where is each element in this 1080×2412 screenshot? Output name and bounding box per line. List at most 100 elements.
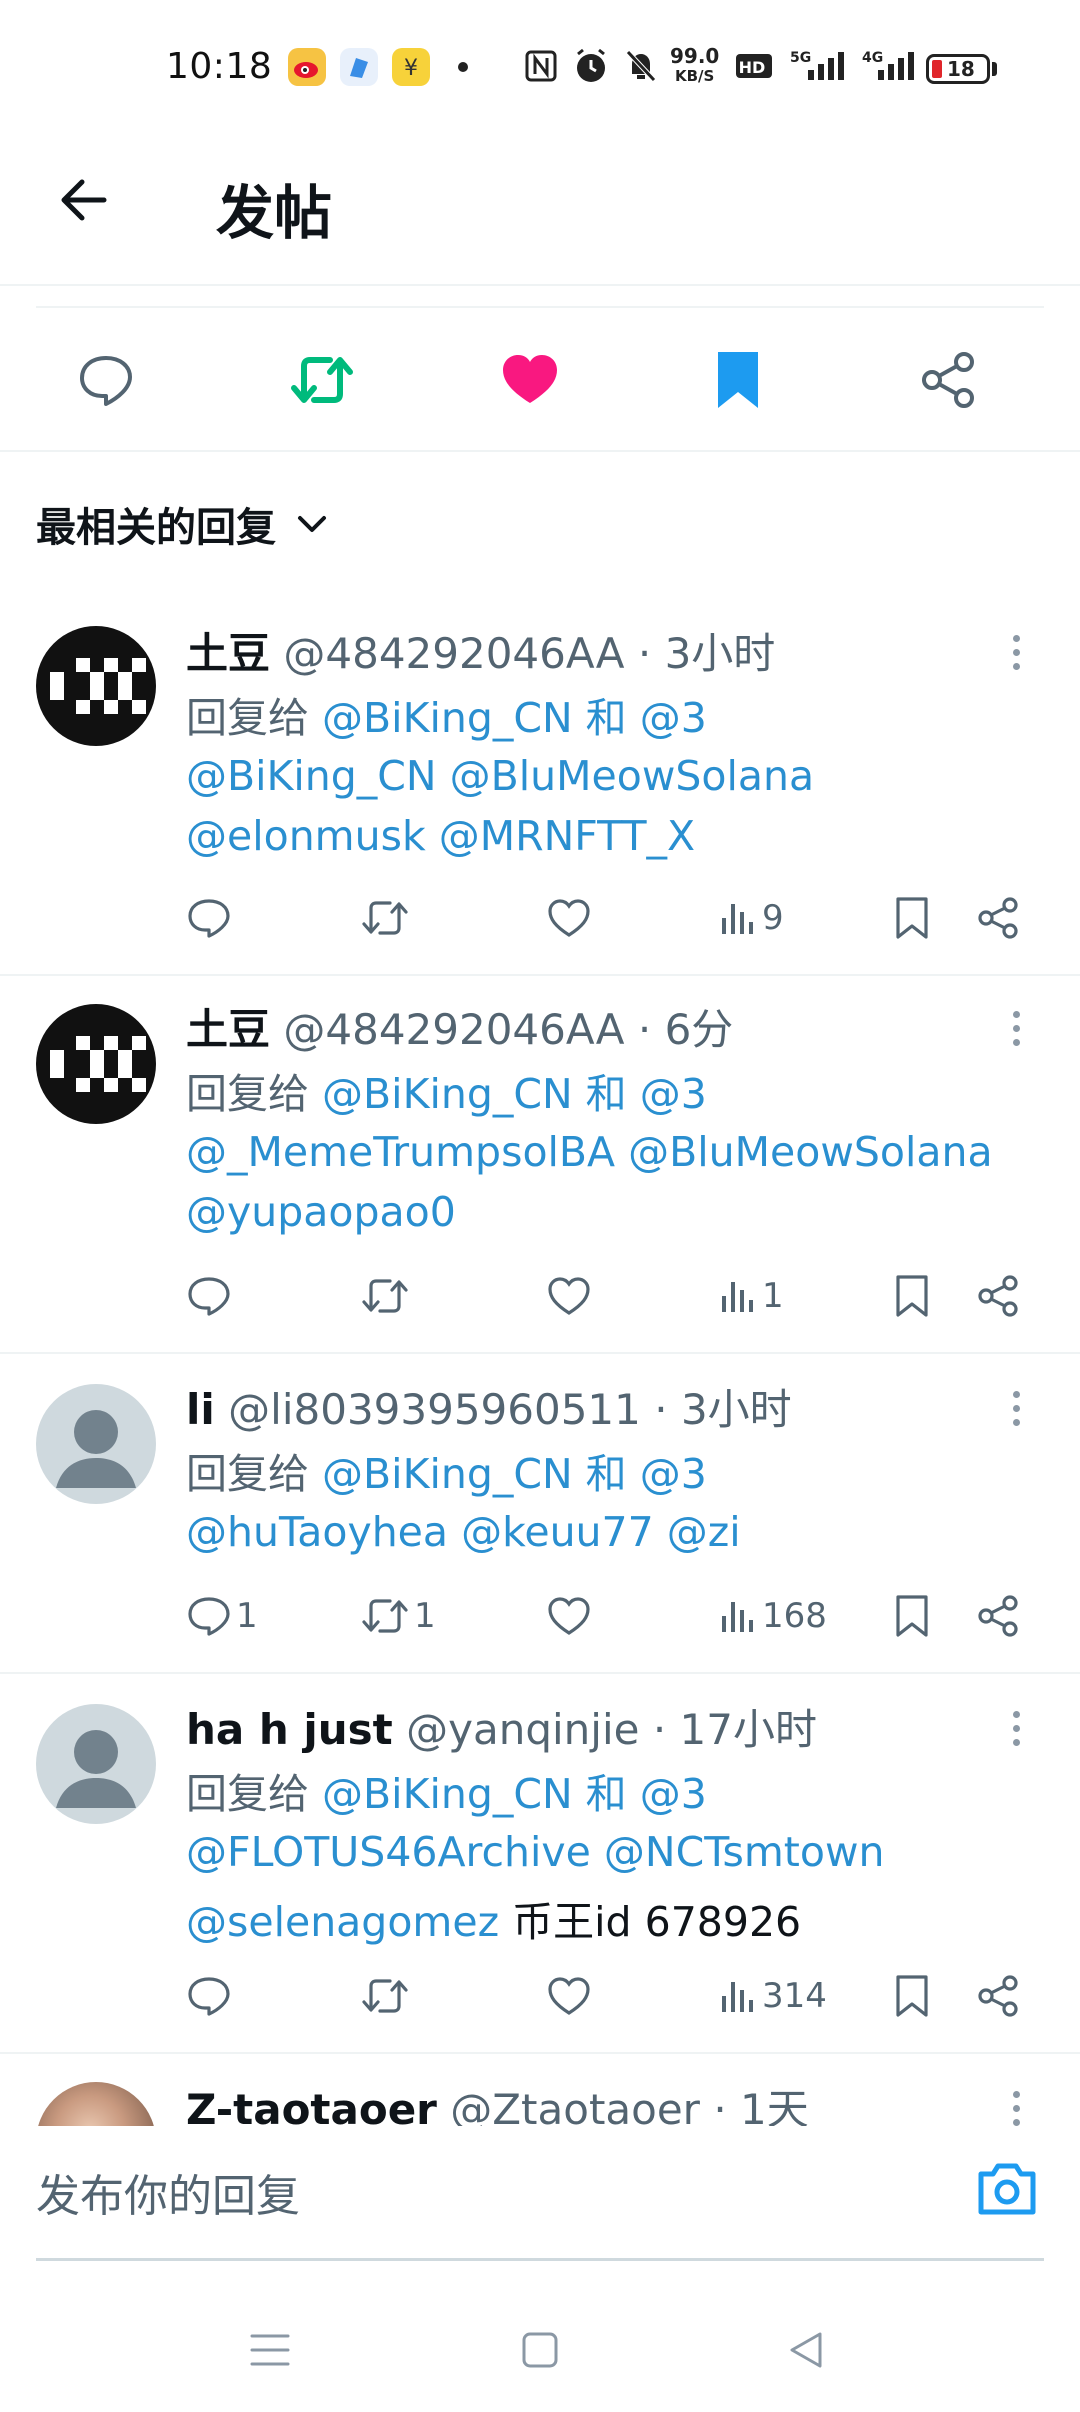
mention-line[interactable]: @huTaoyhea @keuu77 @zi [186,1508,741,1556]
user-handle[interactable]: @yanqinjie [406,1705,639,1754]
post-time: · 3小时 [654,1385,792,1434]
like-button[interactable] [546,1266,592,1326]
share-button[interactable] [976,1966,1020,2026]
mention-line[interactable]: @FLOTUS46Archive @NCTsmtown [186,1828,884,1876]
share-button[interactable] [976,1266,1020,1326]
user-name[interactable]: li [186,1385,215,1434]
bookmark-button[interactable] [892,1966,932,2026]
views-icon [722,904,753,934]
camera-button[interactable] [974,2156,1040,2222]
notification-dot [458,62,468,72]
bookmark-icon [718,352,758,408]
share-button[interactable] [916,348,980,412]
mention-line[interactable]: @_MemeTrumpsolBA @BluMeowSolana [186,1128,993,1176]
home-button[interactable] [500,2310,580,2390]
mention-line[interactable]: @BiKing_CN @BluMeowSolana [186,752,814,800]
sort-label: 最相关的回复 [36,505,276,551]
bookmark-button[interactable] [706,348,770,412]
retweet-icon [362,1979,408,2013]
like-button[interactable] [546,1966,592,2026]
like-button[interactable] [498,348,562,412]
views-button[interactable]: 168 [718,1586,827,1646]
user-name[interactable]: 土豆 [186,629,270,678]
reply-button[interactable] [186,1266,236,1326]
reply-sort-selector[interactable]: 最相关的回复 [36,494,330,554]
retweet-button[interactable] [290,348,354,412]
back-button[interactable] [52,168,116,232]
reply-item[interactable]: 土豆 @484292046AA · 3小时 回复给 @BiKing_CN 和 @… [0,600,1080,976]
user-handle[interactable]: @484292046AA [283,1005,624,1054]
views-count: 9 [762,898,784,938]
reply-icon [188,1597,230,1636]
reply-to-mentions[interactable]: @BiKing_CN 和 @3 [322,1450,707,1498]
mute-icon [626,50,656,82]
reply-item[interactable]: 土豆 @484292046AA · 6分 回复给 @BiKing_CN 和 @3… [0,976,1080,1354]
retweet-button[interactable] [360,1266,414,1326]
avatar[interactable] [36,1004,156,1124]
retweet-button[interactable]: 1 [360,1586,436,1646]
user-handle[interactable]: @484292046AA [283,629,624,678]
reply-prefix: 回复给 [186,1070,309,1118]
user-handle[interactable]: @li8039395960511 [228,1385,641,1434]
app-icon [340,48,378,86]
more-options-button[interactable] [1004,1698,1028,1758]
reply-to-mentions[interactable]: @BiKing_CN 和 @3 [322,694,707,742]
user-name[interactable]: Z-taotaoer [186,2085,437,2126]
user-handle[interactable]: @Ztaotaoer [450,2085,700,2126]
status-time: 10:18 [166,46,273,87]
reply-actions: 9 [186,888,1046,948]
reply-to-mentions[interactable]: @BiKing_CN 和 @3 [322,1070,707,1118]
recent-apps-button[interactable] [230,2310,310,2390]
status-bar: 10:18 ¥ 99.0 KB/S HD 5G 4G 18 [0,0,1080,140]
views-button[interactable]: 9 [718,888,784,948]
share-icon [978,1275,1018,1317]
avatar[interactable] [36,1384,156,1504]
views-button[interactable]: 1 [718,1266,784,1326]
avatar[interactable] [36,626,156,746]
net-speed-unit: KB/S [675,67,715,85]
top-app-bar: 发帖 [0,140,1080,286]
reply-to-line: 回复给 @BiKing_CN 和 @3 [186,684,707,744]
bookmark-button[interactable] [892,1266,932,1326]
mention-line[interactable]: @yupaopao0 [186,1188,456,1236]
share-button[interactable] [976,888,1020,948]
system-back-button[interactable] [766,2310,846,2390]
battery-icon: 18 [926,54,990,84]
avatar[interactable] [36,1704,156,1824]
user-name[interactable]: ha h just [186,1705,393,1754]
bookmark-button[interactable] [892,1586,932,1646]
signal-5g-icon: 5G [790,50,844,80]
avatar[interactable] [36,2082,156,2126]
reply-item[interactable]: Z-taotaoer @Ztaotaoer · 1天 [0,2054,1080,2126]
reply-input[interactable]: 发布你的回复 [36,2160,300,2224]
user-name[interactable]: 土豆 [186,1005,270,1054]
retweet-button[interactable] [360,1966,414,2026]
views-button[interactable]: 314 [718,1966,827,2026]
views-count: 314 [762,1976,827,2016]
like-button[interactable] [546,1586,592,1646]
reply-button[interactable] [186,1966,236,2026]
share-button[interactable] [976,1586,1020,1646]
like-button[interactable] [546,888,592,948]
reply-item[interactable]: li @li8039395960511 · 3小时 回复给 @BiKing_CN… [0,1354,1080,1674]
more-options-button[interactable] [1004,1378,1028,1438]
reply-to-line: 回复给 @BiKing_CN 和 @3 [186,1760,707,1820]
wallet-icon: ¥ [392,48,430,86]
net-speed: 99.0 KB/S [670,46,719,86]
more-options-button[interactable] [1004,2078,1028,2126]
reply-to-mentions[interactable]: @BiKing_CN 和 @3 [322,1770,707,1818]
reply-item[interactable]: ha h just @yanqinjie · 17小时 回复给 @BiKing_… [0,1674,1080,2054]
mention-link[interactable]: @selenagomez [186,1898,499,1946]
like-icon [503,355,557,403]
mention-line[interactable]: @elonmusk @MRNFTT_X [186,812,695,860]
bookmark-button[interactable] [892,888,932,948]
views-count: 168 [762,1596,827,1636]
retweet-icon [362,1599,408,1633]
reply-button[interactable]: 1 [186,1586,258,1646]
more-options-button[interactable] [1004,998,1028,1058]
post-time: · 17小时 [652,1705,817,1754]
reply-button[interactable] [74,348,138,412]
retweet-button[interactable] [360,888,414,948]
more-options-button[interactable] [1004,622,1028,682]
reply-button[interactable] [186,888,236,948]
